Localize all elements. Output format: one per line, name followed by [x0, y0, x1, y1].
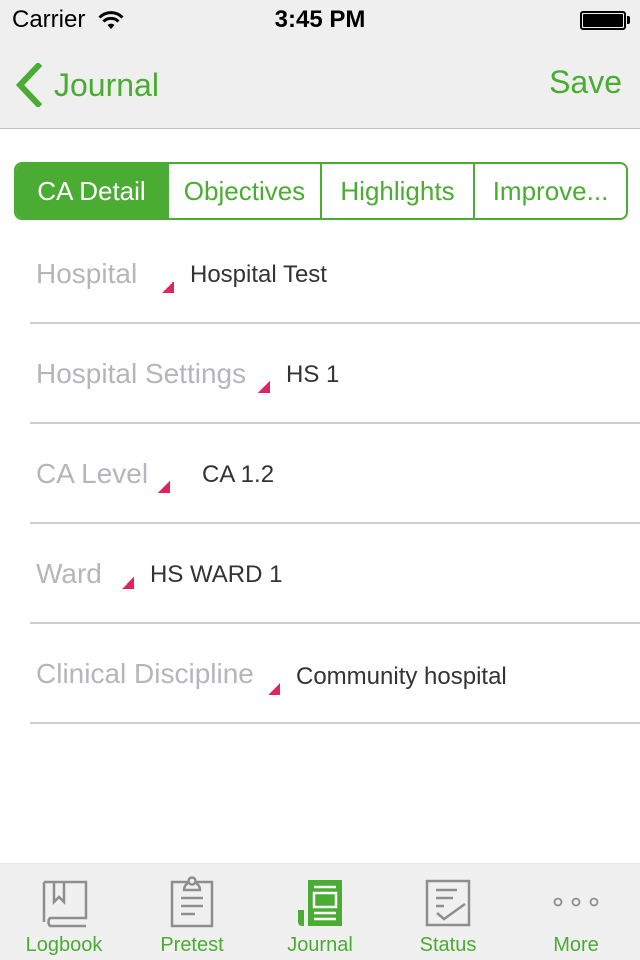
form-row-ca-level[interactable]: CA Level CA 1.2	[30, 424, 640, 524]
tab-bar: Logbook Pretest Journal Status More	[0, 863, 640, 960]
more-dots-icon	[553, 897, 599, 907]
form-row-hospital[interactable]: Hospital Hospital Test	[30, 224, 640, 324]
field-label: Clinical Discipline	[36, 658, 254, 689]
form-row-hospital-settings[interactable]: Hospital Settings HS 1	[30, 324, 640, 424]
form-row-ward[interactable]: Ward HS WARD 1	[30, 524, 640, 624]
clipboard-icon	[170, 876, 214, 928]
journal-icon	[298, 880, 342, 926]
tab-label: Status	[419, 934, 477, 956]
field-label: Hospital Settings	[36, 358, 247, 389]
field-label: Ward	[36, 558, 102, 589]
checklist-icon	[425, 879, 471, 927]
clock: 3:45 PM	[274, 6, 366, 33]
save-button[interactable]: Save	[549, 64, 622, 101]
hospital-settings-value[interactable]: HS 1	[286, 361, 339, 389]
battery-icon	[580, 11, 626, 30]
clinical-discipline-value[interactable]: Community hospital	[296, 663, 507, 691]
required-marker-icon	[162, 281, 174, 293]
hospital-value[interactable]: Hospital Test	[190, 261, 327, 289]
screen: Carrier 3:45 PM Journal Save CA Detail O…	[0, 0, 640, 960]
segment-improvements[interactable]: Improve...	[473, 164, 626, 218]
tab-logbook[interactable]: Logbook	[0, 864, 128, 960]
field-label: CA Level	[36, 458, 149, 489]
tab-label: Logbook	[25, 934, 103, 956]
header: Carrier 3:45 PM Journal Save	[0, 0, 640, 129]
field-label: Hospital	[36, 258, 138, 289]
required-marker-icon	[258, 381, 270, 393]
book-icon	[42, 880, 88, 928]
navigation-bar: Journal Save	[0, 40, 640, 128]
required-marker-icon	[122, 577, 134, 589]
tab-status[interactable]: Status	[384, 864, 512, 960]
battery-tip	[627, 16, 630, 24]
required-marker-icon	[158, 481, 170, 493]
tab-label: Pretest	[160, 934, 224, 956]
form-row-clinical-discipline[interactable]: Clinical Discipline Community hospital	[30, 624, 640, 724]
segment-objectives[interactable]: Objectives	[167, 164, 320, 218]
segmented-control: CA Detail Objectives Highlights Improve.…	[14, 162, 628, 220]
status-bar: Carrier 3:45 PM	[0, 0, 640, 40]
tab-more[interactable]: More	[512, 864, 640, 960]
back-button[interactable]: Journal	[14, 60, 159, 110]
chevron-left-icon	[15, 63, 42, 107]
segment-ca-detail[interactable]: CA Detail	[16, 164, 167, 218]
tab-label: Journal	[287, 934, 353, 956]
back-button-label: Journal	[54, 66, 159, 103]
ca-level-value[interactable]: CA 1.2	[202, 461, 274, 489]
tab-label: More	[553, 934, 599, 956]
required-marker-icon	[268, 683, 280, 695]
ward-value[interactable]: HS WARD 1	[150, 561, 282, 589]
form-list: Hospital Hospital Test Hospital Settings…	[0, 224, 640, 724]
tab-journal[interactable]: Journal	[256, 864, 384, 960]
tab-pretest[interactable]: Pretest	[128, 864, 256, 960]
segment-highlights[interactable]: Highlights	[320, 164, 473, 218]
battery-fill	[583, 14, 623, 27]
